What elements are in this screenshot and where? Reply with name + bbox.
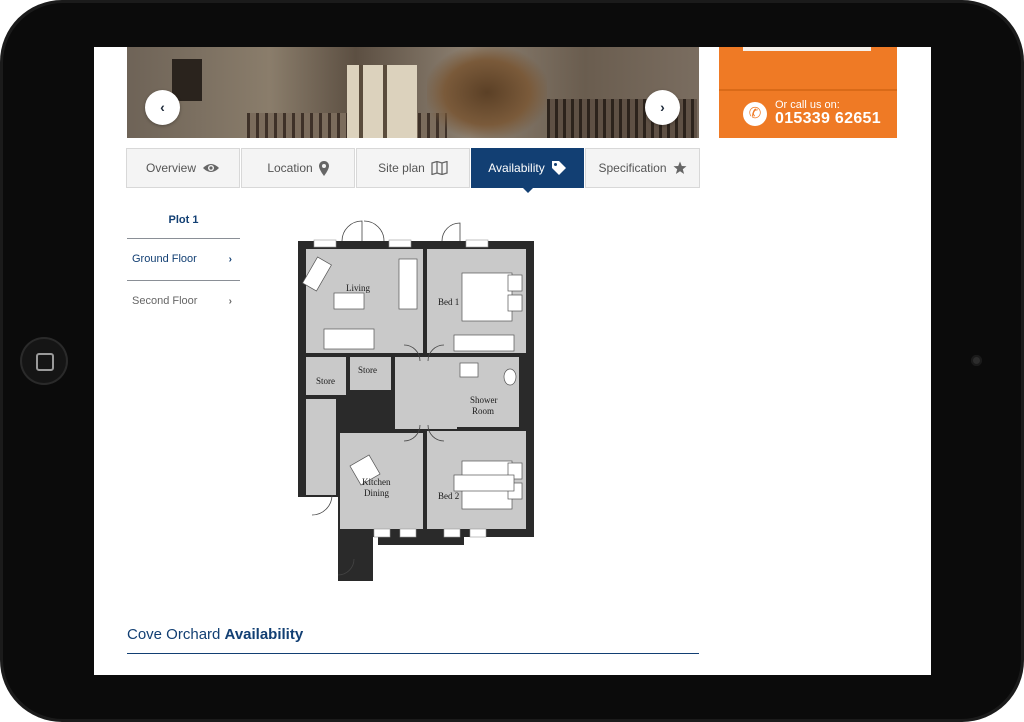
camera-icon xyxy=(971,355,982,366)
room-label-store2: Store xyxy=(358,365,377,375)
hero-image xyxy=(127,47,699,138)
entry-porch xyxy=(298,497,338,581)
enquire-button[interactable] xyxy=(743,47,871,51)
heading-prefix: Cove Orchard xyxy=(127,626,221,643)
hero-bush xyxy=(427,47,547,138)
window xyxy=(465,239,489,248)
heading-suffix: Availability xyxy=(224,626,304,643)
browser-screen: ‹ › ✆ Or call us on: 015339 62651 Overvi… xyxy=(94,47,931,675)
window xyxy=(313,239,337,248)
heading-rule xyxy=(127,653,699,654)
toilet xyxy=(503,368,517,386)
door-swing xyxy=(441,222,461,242)
window xyxy=(399,528,417,538)
availability-heading: Cove Orchard Availability xyxy=(127,626,303,643)
window xyxy=(469,528,487,538)
pillow xyxy=(507,274,523,292)
wardrobe xyxy=(453,474,515,492)
map-pin-icon xyxy=(318,160,329,176)
door-swing xyxy=(341,220,363,242)
tab-availability[interactable]: Availability xyxy=(471,148,584,193)
hallway xyxy=(395,357,457,429)
floor-item-second[interactable]: Second Floor › xyxy=(127,281,240,322)
sofa xyxy=(398,258,418,310)
floor-label: Second Floor xyxy=(132,295,198,307)
coffee-table xyxy=(333,292,365,310)
window xyxy=(443,528,461,538)
star-icon xyxy=(673,161,687,175)
hero-window xyxy=(172,59,202,101)
window xyxy=(373,528,391,538)
room-label-store1: Store xyxy=(316,376,335,386)
floor-plan: Living Bed 1 Store Store Shower Room Kit… xyxy=(298,220,534,581)
tab-label: Specification xyxy=(598,161,667,175)
room-label-bed2: Bed 2 xyxy=(438,491,459,501)
plot-title: Plot 1 xyxy=(127,202,240,239)
map-icon xyxy=(431,161,448,175)
sink xyxy=(459,362,479,378)
carousel-prev-button[interactable]: ‹ xyxy=(145,90,180,125)
tab-label: Availability xyxy=(488,161,545,175)
wardrobe xyxy=(453,334,515,352)
room-label-kitchen-line2: Dining xyxy=(364,488,390,498)
tab-label: Overview xyxy=(145,161,196,175)
window xyxy=(388,239,412,248)
chevron-left-icon: ‹ xyxy=(160,99,165,115)
home-button[interactable] xyxy=(20,337,68,385)
plot-navigation: Plot 1 Ground Floor › Second Floor › xyxy=(127,202,240,322)
entry-hall xyxy=(306,399,336,495)
eye-icon xyxy=(202,162,220,174)
carousel-next-button[interactable]: › xyxy=(645,90,680,125)
floor-item-ground[interactable]: Ground Floor › xyxy=(127,239,240,281)
property-tabs: Overview Location Site plan Availability xyxy=(126,148,700,193)
tab-specification[interactable]: Specification xyxy=(585,148,700,188)
bed-1 xyxy=(461,272,513,322)
home-square-icon xyxy=(36,353,54,371)
floor-label: Ground Floor xyxy=(132,253,197,265)
bay-wall xyxy=(378,537,464,545)
chevron-right-icon: › xyxy=(228,254,232,265)
chevron-right-icon: › xyxy=(228,296,232,307)
room-label-shower-line1: Shower xyxy=(470,395,498,405)
ipad-frame: ‹ › ✆ Or call us on: 015339 62651 Overvi… xyxy=(0,0,1024,722)
door-swing xyxy=(363,220,385,242)
tab-label: Site plan xyxy=(378,161,425,175)
tag-icon xyxy=(551,160,567,176)
phone-icon: ✆ xyxy=(743,102,767,126)
room-label-bed1: Bed 1 xyxy=(438,297,459,307)
phone-number-link[interactable]: 015339 62651 xyxy=(775,110,881,128)
tab-label: Location xyxy=(267,161,313,175)
room-label-living: Living xyxy=(346,283,370,293)
hero-door xyxy=(347,65,417,138)
tab-overview[interactable]: Overview xyxy=(126,148,240,188)
pillow xyxy=(507,294,523,312)
contact-panel: ✆ Or call us on: 015339 62651 xyxy=(719,47,897,138)
tab-site-plan[interactable]: Site plan xyxy=(356,148,470,188)
tab-location[interactable]: Location xyxy=(241,148,355,188)
sofa xyxy=(323,328,375,350)
room-label-shower-line2: Room xyxy=(472,406,494,416)
cta-divider xyxy=(719,89,897,91)
chevron-right-icon: › xyxy=(660,99,665,115)
room-label-kitchen-line1: Kitchen xyxy=(362,477,391,487)
